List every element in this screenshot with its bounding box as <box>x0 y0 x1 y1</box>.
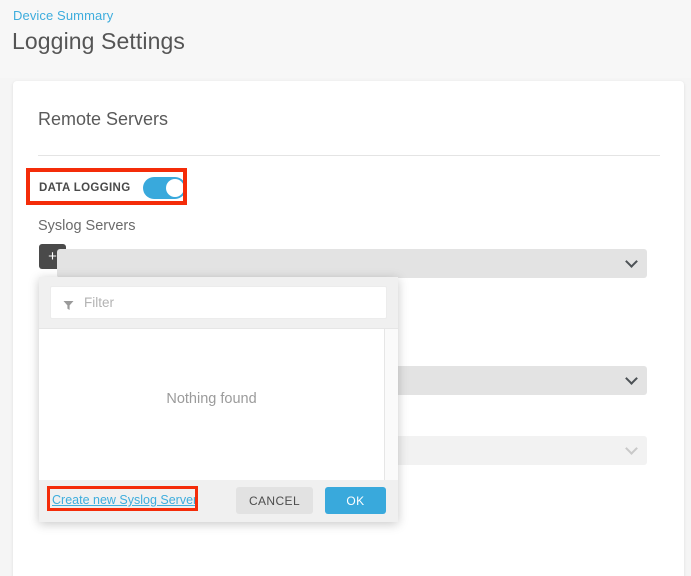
create-new-syslog-server-link[interactable]: Create new Syslog Server <box>52 493 197 507</box>
page-header: Device Summary Logging Settings <box>0 0 691 78</box>
chevron-down-icon <box>627 374 636 383</box>
data-logging-row: DATA LOGGING <box>39 171 186 205</box>
data-logging-toggle[interactable] <box>142 177 186 199</box>
funnel-icon <box>63 298 74 310</box>
page-title: Logging Settings <box>12 28 185 54</box>
filter-input[interactable] <box>84 287 379 318</box>
empty-state-message: Nothing found <box>166 391 257 407</box>
ok-button[interactable]: OK <box>325 487 386 514</box>
list-scrollbar[interactable] <box>384 328 398 480</box>
cancel-button[interactable]: CANCEL <box>236 487 313 514</box>
filter-field-wrapper <box>50 286 387 319</box>
syslog-server-picker-popup: Nothing found Create new Syslog Server C… <box>39 277 398 522</box>
chevron-down-icon <box>627 257 636 266</box>
toggle-knob <box>165 179 184 197</box>
syslog-server-list[interactable]: Nothing found <box>39 328 384 480</box>
popup-footer: Create new Syslog Server CANCEL OK <box>39 480 398 522</box>
card-title: Remote Servers <box>38 109 169 129</box>
card-divider <box>38 155 660 156</box>
syslog-servers-label: Syslog Servers <box>38 218 136 234</box>
breadcrumb-device-summary[interactable]: Device Summary <box>13 8 113 23</box>
dropdown-field-1[interactable] <box>57 249 647 278</box>
chevron-down-icon <box>627 444 636 453</box>
data-logging-label: DATA LOGGING <box>39 182 131 194</box>
